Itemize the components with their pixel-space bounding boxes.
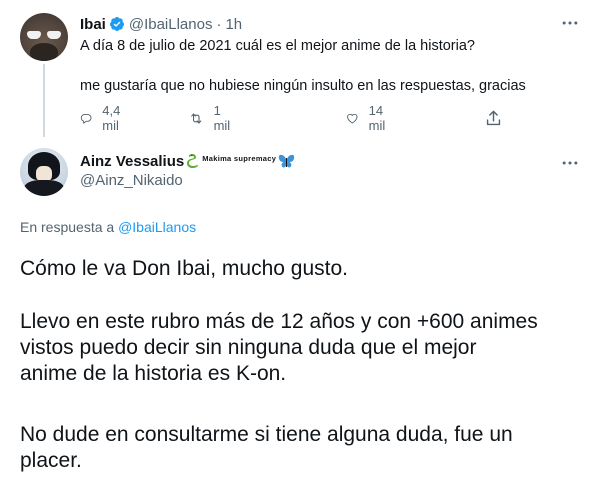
replying-to-line: En respuesta a @IbaiLlanos xyxy=(20,219,196,235)
parent-tweet-text-line1: A día 8 de julio de 2021 cuál es el mejo… xyxy=(80,38,475,54)
parent-handle[interactable]: @IbaiLlanos xyxy=(129,16,213,33)
parent-timestamp[interactable]: 1h xyxy=(225,16,242,33)
reply-body-line: Cómo le va Don Ibai, mucho gusto. xyxy=(20,257,349,280)
reply-body-line: anime de la historia es K-on. xyxy=(20,362,287,385)
reply-tweet-header: Ainz Vessalius Makima supremacy xyxy=(80,151,295,171)
replying-to-prefix: En respuesta a xyxy=(20,219,115,235)
reply-body-line: placer. xyxy=(20,449,82,472)
reply-icon xyxy=(80,113,92,124)
reply-display-name[interactable]: Ainz Vessalius xyxy=(80,153,184,170)
avatar-ainz[interactable] xyxy=(20,148,68,196)
reply-body-line: vistos puedo decir sin ninguna duda que … xyxy=(20,336,477,359)
retweet-button[interactable]: 1 mil xyxy=(189,103,235,133)
like-button[interactable]: 14 mil xyxy=(346,103,392,133)
avatar-ibai[interactable] xyxy=(20,13,68,61)
more-options-icon[interactable] xyxy=(560,13,580,33)
parent-tweet-text-line2: me gustaría que no hubiese ningún insult… xyxy=(80,78,526,94)
replying-to-handle-link[interactable]: @IbaiLlanos xyxy=(118,219,196,235)
butterfly-emoji-icon xyxy=(279,154,295,168)
snake-emoji-icon xyxy=(187,154,199,168)
parent-display-name[interactable]: Ibai xyxy=(80,16,106,33)
name-extra-text: Makima supremacy xyxy=(202,153,277,163)
reply-handle[interactable]: @Ainz_Nikaido xyxy=(80,172,183,189)
separator-dot: · xyxy=(216,15,222,33)
like-count: 14 mil xyxy=(368,103,386,133)
reply-body-line: No dude en consultarme si tiene alguna d… xyxy=(20,423,513,446)
reply-count: 4,4 mil xyxy=(102,103,121,133)
thread-connector xyxy=(43,64,45,137)
like-icon xyxy=(347,113,358,123)
reply-button[interactable]: 4,4 mil xyxy=(80,103,127,133)
reply-body-line: Llevo en este rubro más de 12 años y con… xyxy=(20,310,538,333)
retweet-icon xyxy=(191,112,202,124)
parent-tweet-header: Ibai @IbaiLlanos · 1h xyxy=(80,14,242,34)
retweet-count: 1 mil xyxy=(213,103,231,133)
share-icon xyxy=(486,110,501,125)
share-button[interactable] xyxy=(484,107,503,129)
more-options-icon[interactable] xyxy=(560,153,580,173)
verified-badge-icon xyxy=(109,17,124,31)
tweet-thread: Ibai @IbaiLlanos · 1h A día 8 de julio d… xyxy=(0,0,592,479)
